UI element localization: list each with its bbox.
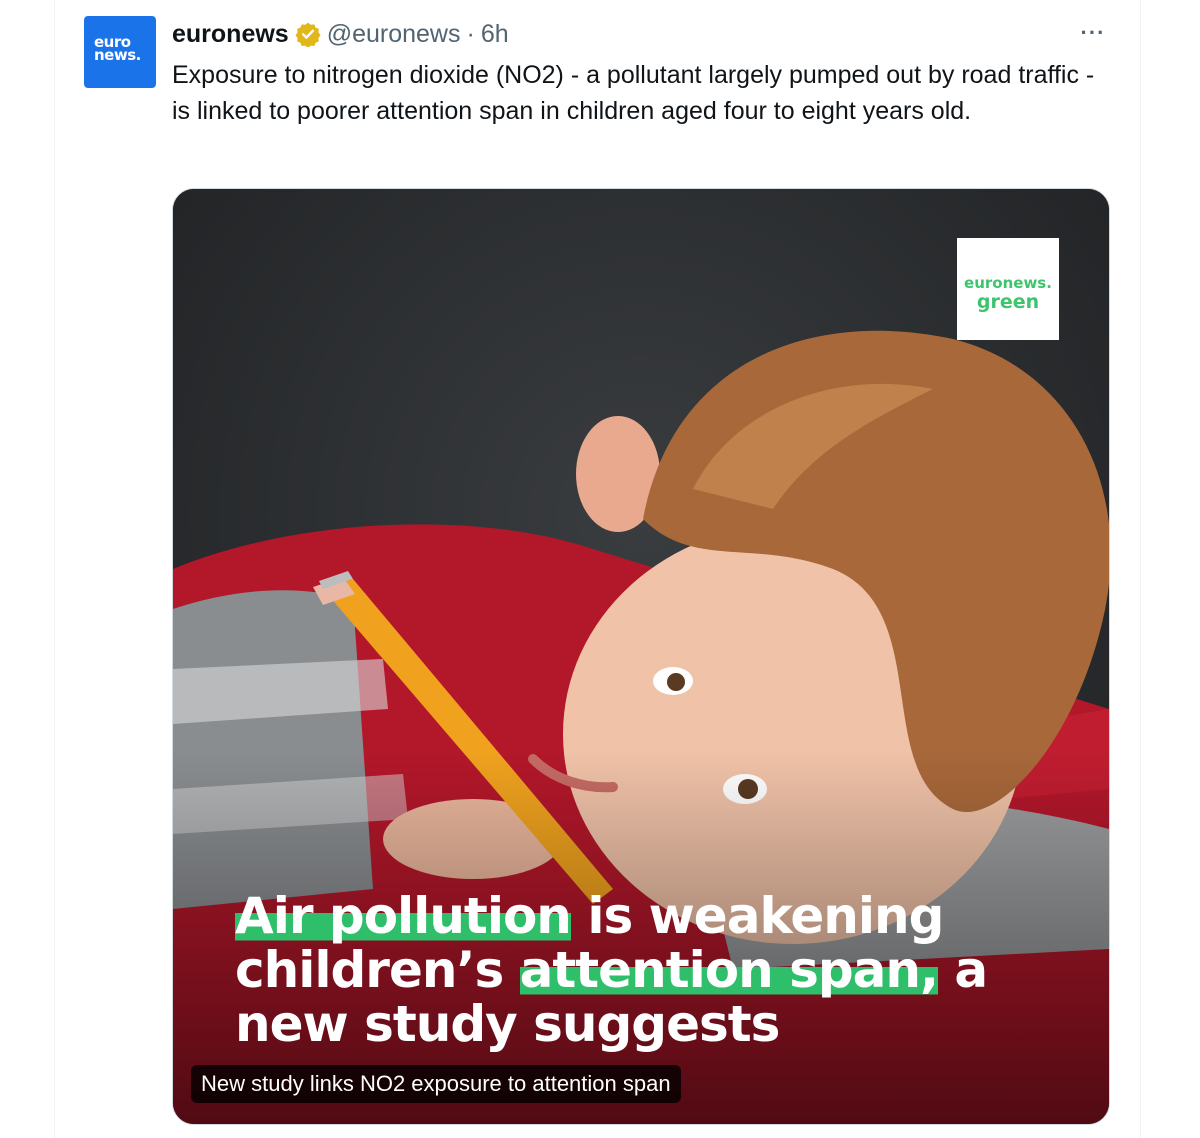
tweet-timestamp[interactable]: 6h — [481, 20, 509, 49]
tweet-media-image[interactable]: euronews. green Air pollution is weakeni… — [172, 188, 1110, 1125]
more-options-icon[interactable]: ··· — [1076, 20, 1110, 48]
author-name[interactable]: euronews — [172, 20, 289, 49]
tweet-text: Exposure to nitrogen dioxide (NO2) - a p… — [172, 61, 1095, 125]
link-card-caption[interactable]: New study links NO2 exposure to attentio… — [191, 1065, 681, 1103]
badge-green-label: green — [976, 291, 1040, 313]
image-headline: Air pollution is weakening children’s at… — [235, 887, 995, 1051]
badge-brand: euronews. — [964, 274, 1052, 292]
verified-badge-icon[interactable] — [295, 21, 321, 47]
author-avatar[interactable]: euro news. — [84, 16, 156, 88]
euronews-green-badge: euronews. green — [957, 238, 1059, 340]
author-handle[interactable]: @euronews — [327, 20, 461, 49]
separator-dot: · — [466, 19, 475, 48]
tweet-header: euronews @euronews · 6h — [172, 18, 509, 50]
avatar-logo-text: euro news. — [94, 33, 141, 64]
headline-highlight-1: Air pollution — [235, 887, 572, 945]
headline-highlight-2: attention span, — [519, 941, 939, 999]
